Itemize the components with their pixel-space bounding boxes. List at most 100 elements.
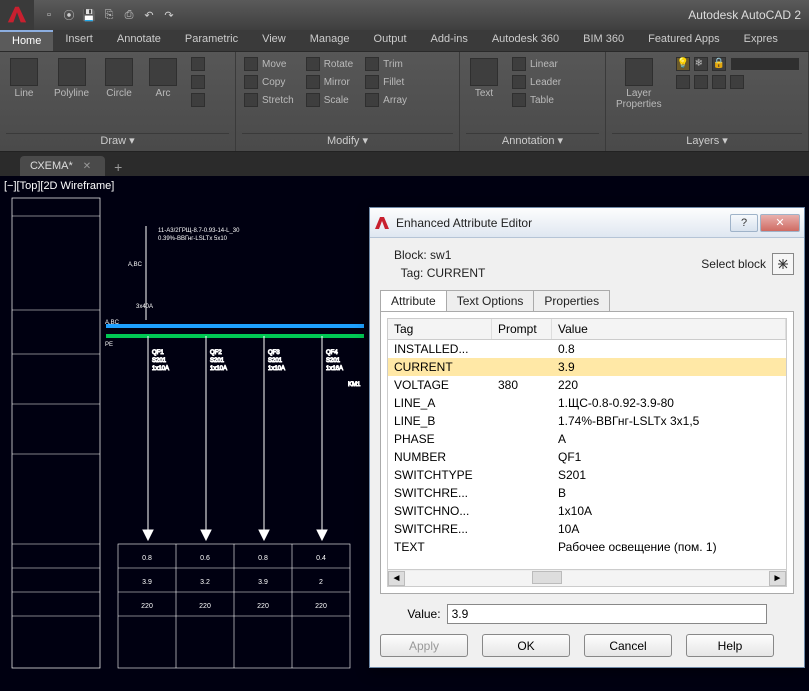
mirror-button[interactable]: Mirror — [304, 74, 355, 90]
tab-manage[interactable]: Manage — [298, 30, 362, 51]
svg-text:QF3: QF3 — [268, 350, 280, 356]
tab-annotate[interactable]: Annotate — [105, 30, 173, 51]
svg-text:220: 220 — [141, 603, 153, 610]
col-value[interactable]: Value — [552, 319, 786, 339]
svg-text:1x16A: 1x16A — [326, 366, 343, 372]
cancel-button[interactable]: Cancel — [584, 634, 672, 657]
autocad-icon — [374, 215, 390, 231]
plot-icon[interactable]: ⎙ — [120, 6, 138, 24]
scale-button[interactable]: Scale — [304, 92, 355, 108]
tab-output[interactable]: Output — [362, 30, 419, 51]
view-label[interactable]: [−][Top][2D Wireframe] — [4, 180, 114, 192]
tab-home[interactable]: Home — [0, 30, 53, 51]
arc-button[interactable]: Arc — [145, 56, 181, 101]
quick-access-toolbar: ▫ ⦿ 💾 ⎘ ⎙ ↶ ↷ — [34, 6, 184, 24]
tab-properties[interactable]: Properties — [533, 290, 610, 311]
table-row[interactable]: VOLTAGE380220 — [388, 376, 786, 394]
text-button[interactable]: Text — [466, 56, 502, 101]
table-row[interactable]: CURRENT3.9 — [388, 358, 786, 376]
scroll-right-icon[interactable]: ► — [769, 571, 786, 586]
trim-button[interactable]: Trim — [363, 56, 409, 72]
move-button[interactable]: Move — [242, 56, 296, 72]
redo-icon[interactable]: ↷ — [160, 6, 178, 24]
table-row[interactable]: PHASEA — [388, 430, 786, 448]
svg-text:0.6: 0.6 — [200, 555, 210, 562]
table-row[interactable]: NUMBERQF1 — [388, 448, 786, 466]
dialog-title: Enhanced Attribute Editor — [396, 216, 728, 230]
table-row[interactable]: LINE_B1.74%-ВВГнг-LSLTx 3x1,5 — [388, 412, 786, 430]
svg-text:KM1: KM1 — [348, 382, 361, 388]
new-icon[interactable]: ▫ — [40, 6, 58, 24]
save-icon[interactable]: 💾 — [80, 6, 98, 24]
table-rows[interactable]: INSTALLED...0.8CURRENT3.9VOLTAGE380220LI… — [387, 340, 787, 570]
add-tab-button[interactable]: + — [109, 158, 127, 176]
open-icon[interactable]: ⦿ — [60, 6, 78, 24]
table-row[interactable]: SWITCHRE...10A — [388, 520, 786, 538]
leader-button[interactable]: Leader — [510, 74, 563, 90]
fillet-button[interactable]: Fillet — [363, 74, 409, 90]
panel-draw-label[interactable]: Draw ▾ — [6, 133, 229, 151]
help-icon[interactable]: ? — [730, 214, 758, 232]
table-row[interactable]: SWITCHNO...1x10A — [388, 502, 786, 520]
tab-parametric[interactable]: Parametric — [173, 30, 250, 51]
tab-insert[interactable]: Insert — [53, 30, 105, 51]
table-row[interactable]: TEXTРабочее освещение (пом. 1) — [388, 538, 786, 556]
col-prompt[interactable]: Prompt — [492, 319, 552, 339]
table-header: Tag Prompt Value — [387, 318, 787, 340]
svg-text:3.9: 3.9 — [258, 579, 268, 586]
layer-properties-button[interactable]: Layer Properties — [612, 56, 666, 112]
dialog-titlebar[interactable]: Enhanced Attribute Editor ? ✕ — [370, 208, 804, 238]
tab-text-options[interactable]: Text Options — [446, 290, 535, 311]
polyline-button[interactable]: Polyline — [50, 56, 93, 101]
rotate-button[interactable]: Rotate — [304, 56, 355, 72]
linear-button[interactable]: Linear — [510, 56, 563, 72]
enhanced-attribute-editor-dialog: Enhanced Attribute Editor ? ✕ Block: sw1… — [369, 207, 805, 668]
schematic: 11-А3/2ГРЩ-8.7-0.93-14-L_30 0.39%-ВВГнг-… — [8, 196, 368, 681]
tab-featured[interactable]: Featured Apps — [636, 30, 732, 51]
line-button[interactable]: Line — [6, 56, 42, 101]
table-row[interactable]: SWITCHRE...B — [388, 484, 786, 502]
close-icon[interactable]: ✕ — [83, 161, 91, 172]
svg-text:0.8: 0.8 — [142, 555, 152, 562]
value-input[interactable] — [447, 604, 767, 624]
table-button[interactable]: Table — [510, 92, 563, 108]
ok-button[interactable]: OK — [482, 634, 570, 657]
svg-text:A,BC: A,BC — [105, 320, 120, 326]
tab-view[interactable]: View — [250, 30, 298, 51]
close-icon[interactable]: ✕ — [760, 214, 800, 232]
circle-button[interactable]: Circle — [101, 56, 137, 101]
table-row[interactable]: INSTALLED...0.8 — [388, 340, 786, 358]
tab-attribute[interactable]: Attribute — [380, 290, 447, 311]
array-button[interactable]: Array — [363, 92, 409, 108]
svg-text:0.4: 0.4 — [316, 555, 326, 562]
doc-tab[interactable]: СХЕМА*✕ — [20, 156, 105, 176]
scroll-thumb[interactable] — [532, 571, 562, 584]
h-scrollbar[interactable]: ◄ ► — [387, 570, 787, 587]
tab-express[interactable]: Expres — [732, 30, 790, 51]
tab-bim360[interactable]: BIM 360 — [571, 30, 636, 51]
select-block-button[interactable] — [772, 253, 794, 275]
app-title: Autodesk AutoCAD 2 — [688, 8, 809, 22]
table-row[interactable]: LINE_A1.ЩС-0.8-0.92-3.9-80 — [388, 394, 786, 412]
table-row[interactable]: SWITCHTYPES201 — [388, 466, 786, 484]
svg-text:3x40A: 3x40A — [136, 304, 153, 310]
tab-autodesk360[interactable]: Autodesk 360 — [480, 30, 571, 51]
draw-extra[interactable] — [189, 56, 207, 72]
schematic-line-a: 11-А3/2ГРЩ-8.7-0.93-14-L_30 — [158, 228, 240, 234]
panel-layers-label[interactable]: Layers ▾ — [612, 133, 802, 151]
scroll-left-icon[interactable]: ◄ — [388, 571, 405, 586]
col-tag[interactable]: Tag — [388, 319, 492, 339]
help-button[interactable]: Help — [686, 634, 774, 657]
scroll-track[interactable] — [405, 571, 769, 586]
value-label: Value: — [407, 607, 440, 621]
undo-icon[interactable]: ↶ — [140, 6, 158, 24]
layer-combo[interactable]: 💡❄🔒 — [674, 56, 802, 72]
panel-annotation-label[interactable]: Annotation ▾ — [466, 133, 599, 151]
saveas-icon[interactable]: ⎘ — [100, 6, 118, 24]
panel-modify-label[interactable]: Modify ▾ — [242, 133, 453, 151]
copy-button[interactable]: Copy — [242, 74, 296, 90]
stretch-button[interactable]: Stretch — [242, 92, 296, 108]
app-logo[interactable] — [0, 0, 34, 30]
apply-button[interactable]: Apply — [380, 634, 468, 657]
tab-addins[interactable]: Add-ins — [419, 30, 480, 51]
